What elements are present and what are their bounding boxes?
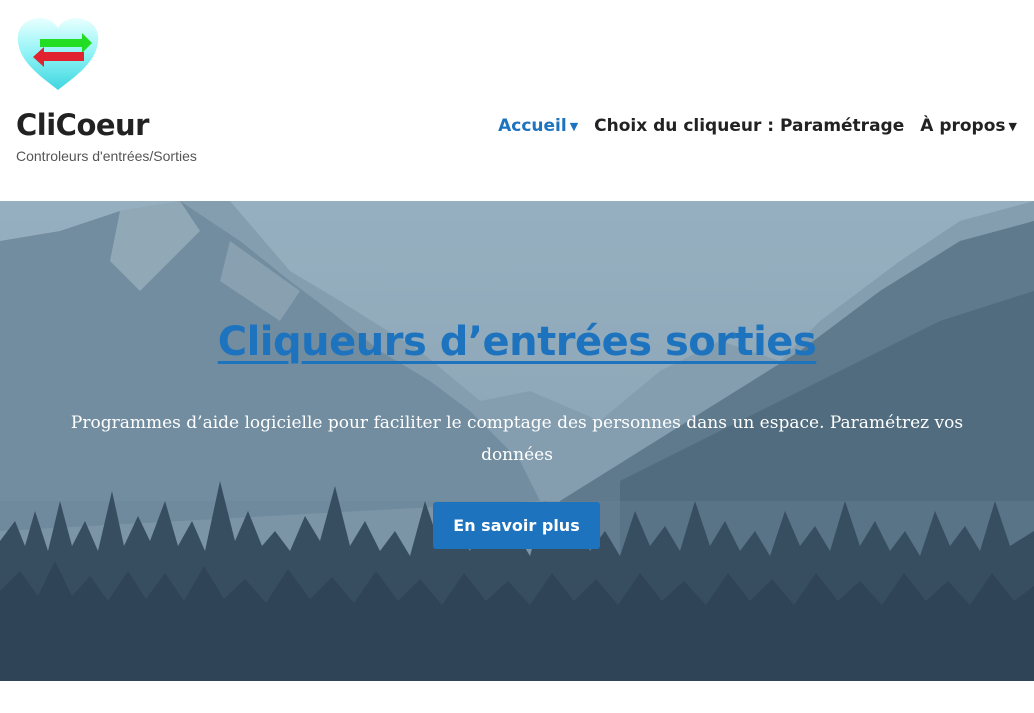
main-nav: Accueil ▼ Choix du cliqueur : Paramétrag… — [498, 116, 1017, 136]
nav-label: À propos — [920, 116, 1006, 136]
nav-item-accueil[interactable]: Accueil ▼ — [498, 116, 578, 136]
learn-more-button[interactable]: En savoir plus — [433, 502, 600, 549]
hero-description: Programmes d’aide logicielle pour facili… — [70, 413, 964, 465]
hero-content: Cliqueurs d’entrées sorties Programmes d… — [0, 201, 1034, 681]
chevron-down-icon: ▼ — [1008, 119, 1017, 133]
site-header: CliCoeur Controleurs d'entrées/Sorties A… — [0, 0, 1034, 201]
nav-item-a-propos[interactable]: À propos ▼ — [920, 116, 1017, 136]
hero-section: Cliqueurs d’entrées sorties Programmes d… — [0, 201, 1034, 681]
page-content-area — [0, 681, 1034, 713]
chevron-down-icon: ▼ — [569, 119, 579, 133]
nav-label: Accueil — [498, 116, 567, 136]
heart-arrows-icon[interactable] — [16, 16, 100, 92]
nav-item-choix-du-cliqueur[interactable]: Choix du cliqueur : Paramétrage — [594, 116, 904, 136]
site-description: Controleurs d'entrées/Sorties — [16, 148, 197, 164]
nav-label: Choix du cliqueur : Paramétrage — [594, 116, 905, 136]
site-title[interactable]: CliCoeur — [16, 108, 150, 142]
hero-title-link[interactable]: Cliqueurs d’entrées sorties — [0, 319, 1034, 365]
